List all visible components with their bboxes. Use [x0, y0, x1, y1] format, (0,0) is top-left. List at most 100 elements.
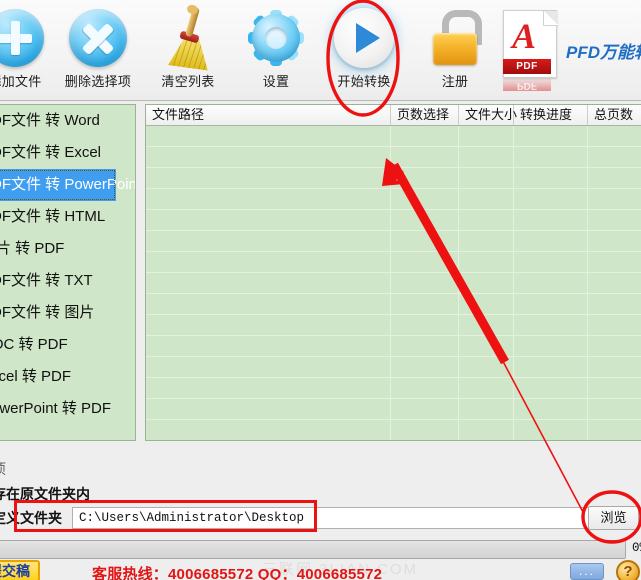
toolbar-button-add-file[interactable]: 添加文件: [0, 6, 59, 96]
sidebar-item-powerpoint-to-pdf[interactable]: PowerPoint 转 PDF: [0, 393, 135, 425]
table-cell: [459, 189, 514, 209]
table-cell: [146, 273, 391, 293]
table-cell: [146, 210, 391, 230]
table-cell: [391, 378, 459, 398]
table-cell: [459, 252, 514, 272]
register-lock-icon: [411, 6, 499, 70]
table-cell: [146, 315, 391, 335]
table-row[interactable]: [146, 294, 641, 315]
table-cell: [588, 420, 641, 440]
table-cell: [514, 399, 588, 419]
pdf-converter-window: 添加文件 删除选择项 清空列表: [0, 0, 641, 580]
pdf-badge-reflection: PDF: [503, 77, 551, 91]
table-row[interactable]: [146, 231, 641, 252]
file-list-table[interactable]: 文件路径 页数选择 文件大小 转换进度 总页数: [145, 104, 641, 441]
table-cell: [459, 420, 514, 440]
delete-selected-icon: [54, 6, 142, 70]
table-cell: [588, 126, 641, 146]
table-cell: [459, 336, 514, 356]
table-cell: [391, 294, 459, 314]
table-header-file-path[interactable]: 文件路径: [146, 105, 391, 125]
table-cell: [391, 231, 459, 251]
sidebar-item-pdf-to-image[interactable]: PDF文件 转 图片: [0, 297, 135, 329]
table-cell: [391, 210, 459, 230]
table-cell: [514, 357, 588, 377]
table-cell: [146, 189, 391, 209]
sidebar-item-pdf-to-word[interactable]: PDF文件 转 Word: [0, 105, 135, 137]
table-body[interactable]: [146, 126, 641, 440]
table-row[interactable]: [146, 189, 641, 210]
table-row[interactable]: [146, 336, 641, 357]
toolbar-button-register[interactable]: 注册: [411, 6, 499, 96]
table-row[interactable]: [146, 378, 641, 399]
table-row[interactable]: [146, 126, 641, 147]
table-cell: [391, 126, 459, 146]
table-cell: [514, 252, 588, 272]
table-cell: [391, 336, 459, 356]
toolbar-button-settings[interactable]: 设置: [232, 6, 320, 96]
table-row[interactable]: [146, 210, 641, 231]
start-convert-play-icon: [320, 6, 408, 70]
table-cell: [514, 147, 588, 167]
table-cell: [588, 147, 641, 167]
table-cell: [146, 294, 391, 314]
sidebar-item-pdf-to-html[interactable]: PDF文件 转 HTML: [0, 201, 135, 233]
browse-button[interactable]: 浏览: [588, 506, 639, 530]
more-options-button[interactable]: ...: [570, 563, 604, 580]
table-header-page-selection[interactable]: 页数选择: [391, 105, 459, 125]
table-cell: [588, 357, 641, 377]
table-row[interactable]: [146, 273, 641, 294]
table-row[interactable]: [146, 252, 641, 273]
table-cell: [391, 168, 459, 188]
table-cell: [514, 273, 588, 293]
sidebar-item-pdf-to-powerpoint[interactable]: PDF文件 转 PowerPoint: [0, 169, 135, 201]
table-cell: [588, 231, 641, 251]
brand-title: PFD万能转换: [566, 43, 641, 62]
sidebar-item-pdf-to-txt[interactable]: PDF文件 转 TXT: [0, 265, 135, 297]
submit-button[interactable]: 提交稿: [0, 560, 40, 580]
sidebar-item-doc-to-pdf[interactable]: DOC 转 PDF: [0, 329, 135, 361]
sidebar-item-excel-to-pdf[interactable]: Excel 转 PDF: [0, 361, 135, 393]
table-cell: [146, 168, 391, 188]
table-row[interactable]: [146, 399, 641, 420]
table-header-file-size[interactable]: 文件大小: [459, 105, 517, 125]
options-title: 选项: [0, 459, 6, 479]
table-cell: [146, 252, 391, 272]
pdf-logo-icon: A PDF PDF: [503, 10, 559, 91]
table-header-row: 文件路径 页数选择 文件大小 转换进度 总页数: [146, 105, 641, 126]
table-cell: [459, 294, 514, 314]
annotation-rect-custom-folder: [14, 500, 317, 532]
conversion-progress-bar: [0, 540, 626, 559]
toolbar-button-delete-selected[interactable]: 删除选择项: [54, 6, 142, 96]
table-cell: [514, 189, 588, 209]
table-cell: [588, 252, 641, 272]
sidebar-item-pdf-to-excel[interactable]: PDF文件 转 Excel: [0, 137, 135, 169]
table-cell: [459, 168, 514, 188]
table-row[interactable]: [146, 357, 641, 378]
table-header-convert-progress[interactable]: 转换进度: [514, 105, 588, 125]
help-button[interactable]: ?: [616, 560, 640, 580]
table-cell: [459, 147, 514, 167]
table-cell: [514, 294, 588, 314]
table-header-total-pages[interactable]: 总页数: [588, 105, 641, 125]
table-cell: [146, 378, 391, 398]
toolbar-button-start-convert[interactable]: 开始转换: [320, 6, 408, 96]
table-cell: [514, 168, 588, 188]
table-cell: [459, 273, 514, 293]
toolbar-label-add-file: 添加文件: [0, 74, 42, 89]
table-cell: [459, 210, 514, 230]
table-row[interactable]: [146, 147, 641, 168]
table-cell: [391, 420, 459, 440]
toolbar: 添加文件 删除选择项 清空列表: [0, 0, 641, 101]
conversion-mode-list[interactable]: PDF文件 转 Word PDF文件 转 Excel PDF文件 转 Power…: [0, 104, 136, 441]
table-cell: [514, 210, 588, 230]
table-cell: [146, 357, 391, 377]
table-row[interactable]: [146, 168, 641, 189]
table-cell: [459, 378, 514, 398]
table-row[interactable]: [146, 315, 641, 336]
toolbar-label-settings: 设置: [262, 74, 290, 89]
sidebar-item-image-to-pdf[interactable]: 图片 转 PDF: [0, 233, 135, 265]
table-row[interactable]: [146, 420, 641, 440]
toolbar-button-clear-list[interactable]: 清空列表: [144, 3, 232, 96]
table-cell: [588, 168, 641, 188]
